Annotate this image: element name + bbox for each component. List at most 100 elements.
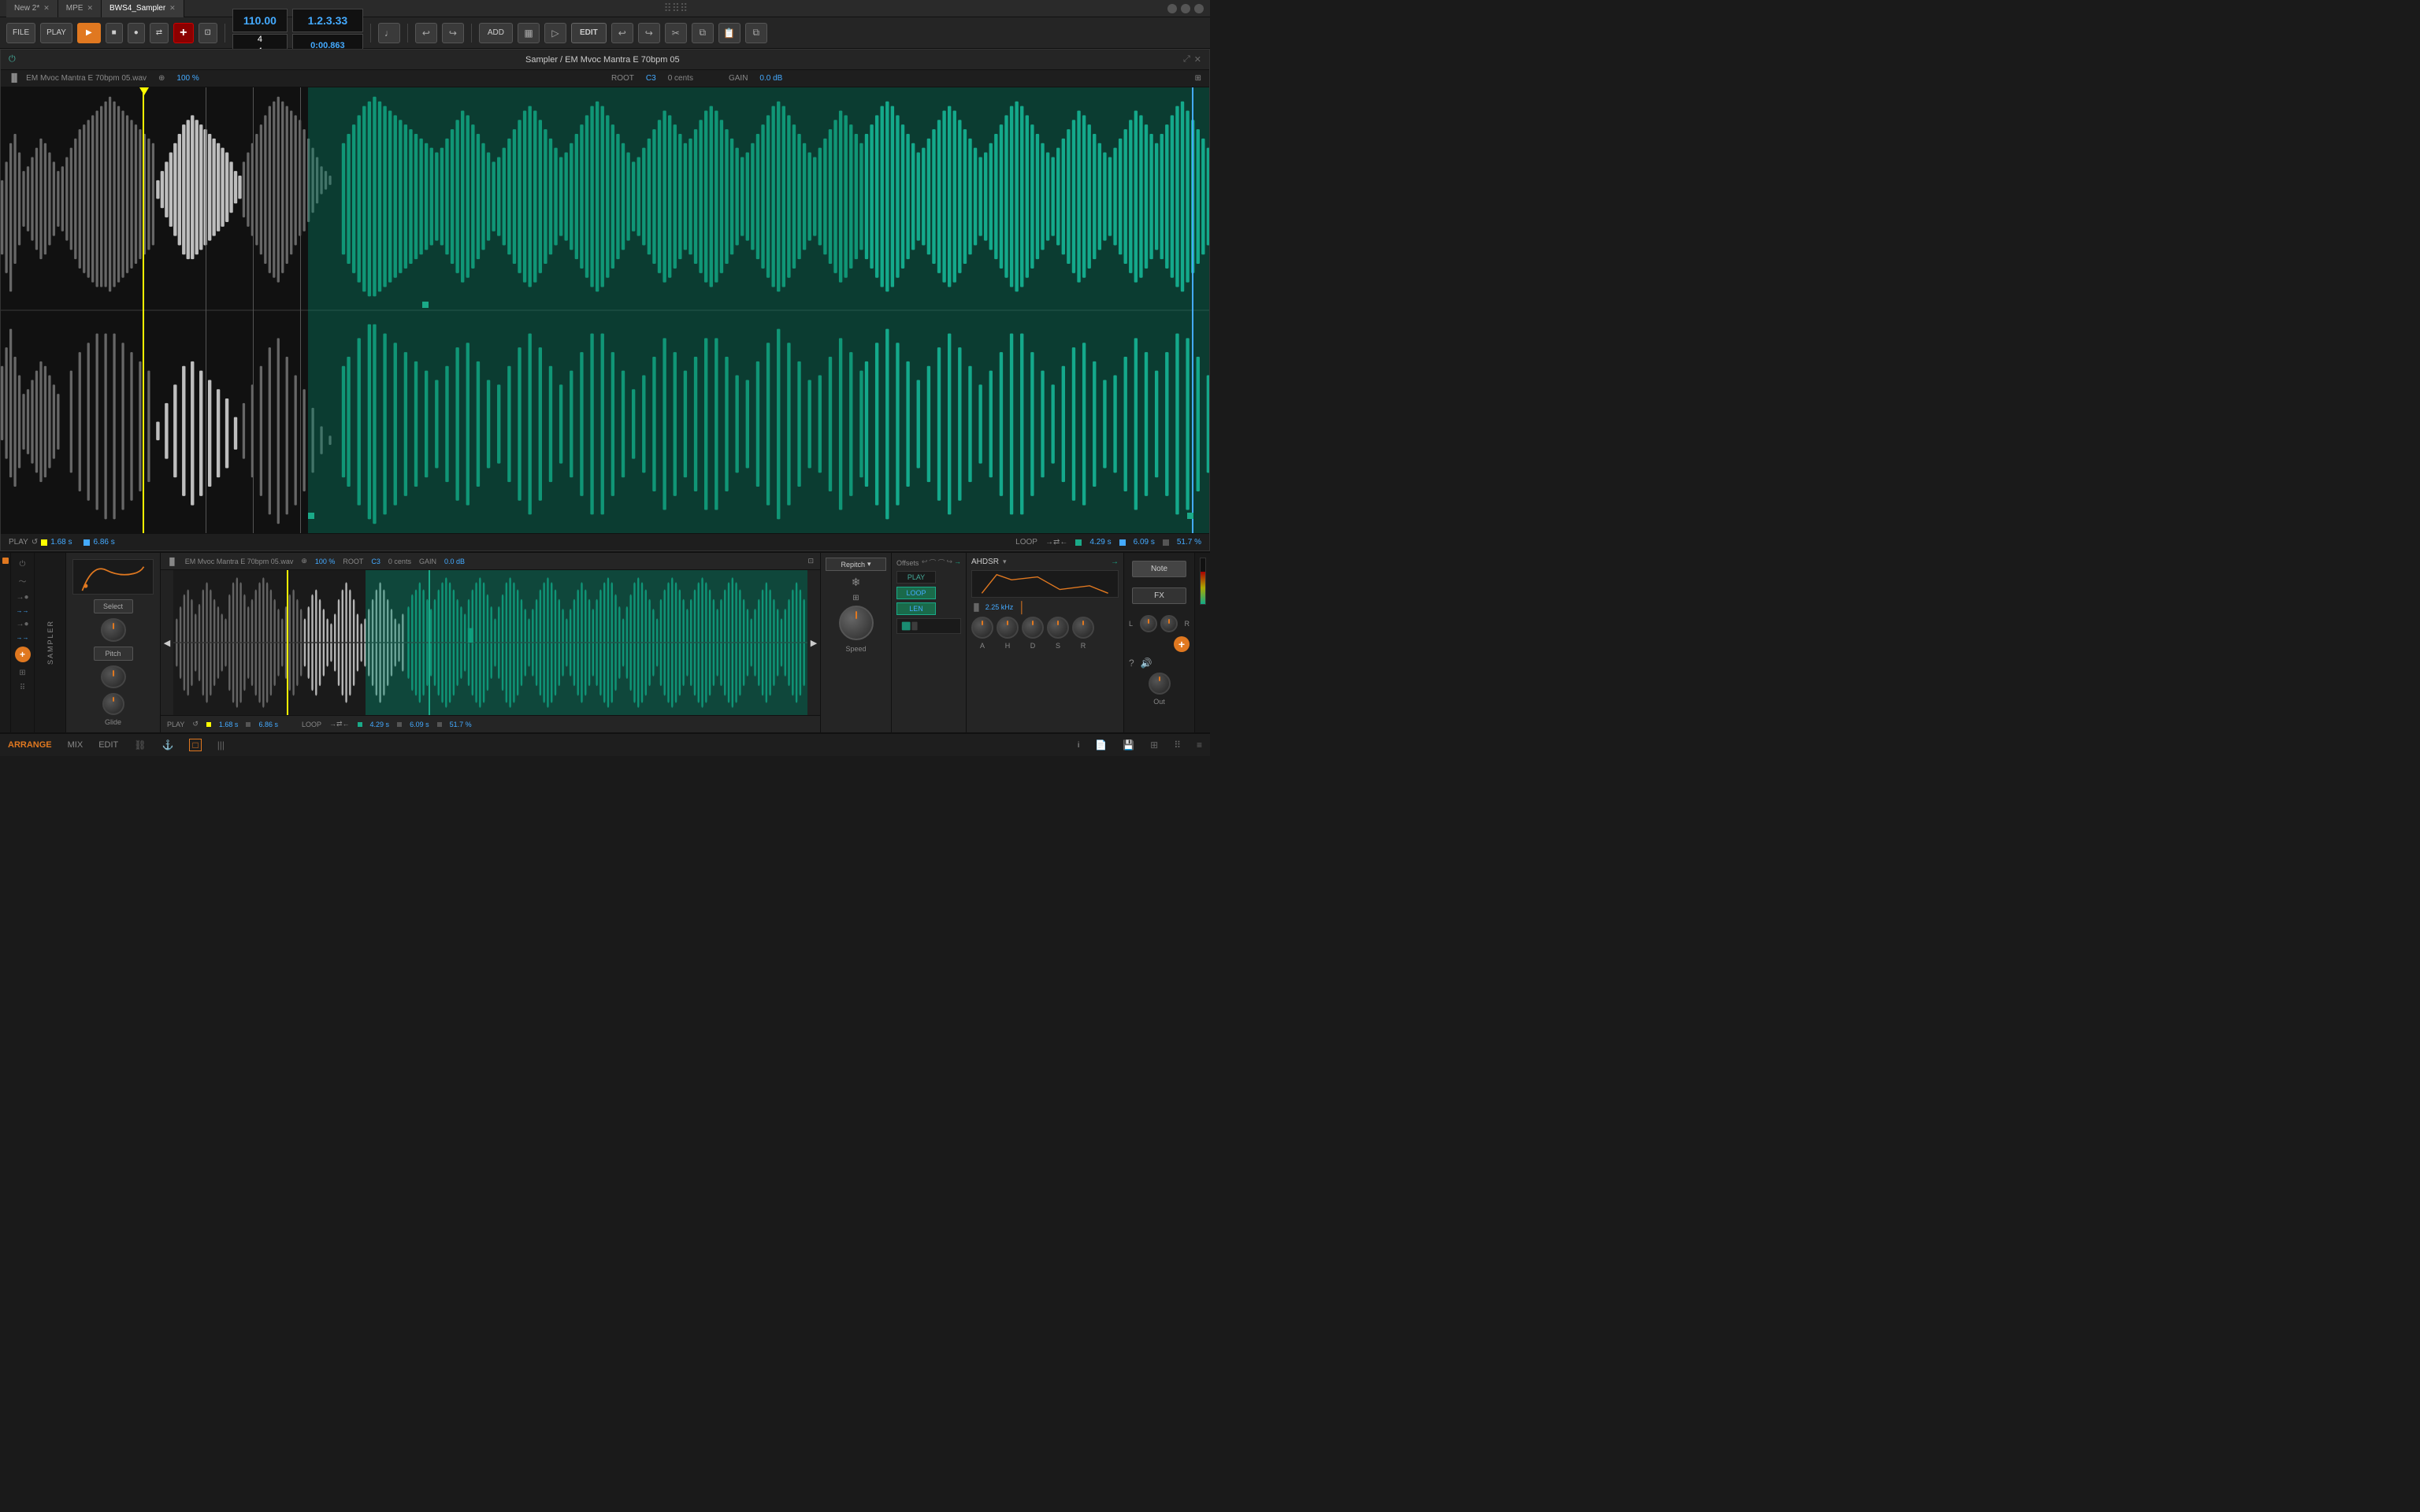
copy-button[interactable]: ⧉ [692,23,714,43]
position-display[interactable]: 1.2.3.33 [292,9,363,32]
wave-sidebar-icon[interactable]: 〜 [19,575,27,587]
tab-new2[interactable]: New 2* ✕ [6,0,58,17]
speaker-icon[interactable]: 🔊 [1141,658,1152,669]
loop-start-marker[interactable] [308,513,314,519]
redo-offset-icon[interactable]: ↪ [946,558,952,568]
l-knob[interactable] [1140,615,1157,632]
r-knob[interactable] [1072,617,1094,639]
add-button[interactable]: + [1174,636,1190,652]
undo-offset-icon[interactable]: ↩ [922,558,928,568]
loop-marker-mid[interactable] [422,302,429,308]
loop-pct-value[interactable]: 51.7 % [1177,538,1201,547]
bottom-file-icon[interactable]: 📄 [1095,739,1107,750]
freq-value[interactable]: 2.25 kHz [985,603,1014,611]
loop-start-value[interactable]: 4.29 s [1089,538,1111,547]
fx-button[interactable]: FX [1132,587,1186,604]
select-mode-button[interactable]: Select [94,599,133,613]
play-cursor-button[interactable]: ▷ [544,23,566,43]
anchor-icon[interactable]: ⚓ [161,739,173,750]
d-knob[interactable] [1022,617,1044,639]
edit-tab[interactable]: EDIT [98,740,118,750]
bottom-save-icon[interactable]: 💾 [1123,739,1134,750]
pitch-knob[interactable] [101,665,126,688]
gain-value[interactable]: 0.0 dB [759,74,782,83]
dots-sidebar-icon[interactable]: ⠿ [20,684,25,692]
play-label-btn[interactable]: PLAY [40,23,72,43]
power-sidebar-icon[interactable]: ⏻ [20,560,26,569]
paste-special-button[interactable]: ⧉ [745,23,767,43]
mini-loop-end-val[interactable]: 6.09 s [410,721,429,728]
loop-play-button[interactable]: PLAY [896,571,936,584]
s-knob[interactable] [1047,617,1069,639]
close-icon[interactable]: ✕ [1194,54,1201,65]
record-button[interactable]: ● [128,23,145,43]
power-icon[interactable]: ⏻ [9,54,16,65]
out-knob[interactable] [1149,673,1171,695]
stop-button[interactable]: ■ [106,23,123,43]
glide-knob[interactable] [102,693,124,715]
bottom-lines-icon[interactable]: ≡ [1197,739,1202,750]
bottom-dots-icon[interactable]: ⠿ [1174,739,1181,750]
bars-icon[interactable]: ||| [217,739,225,750]
wf-scroll-right[interactable]: ▶ [807,570,820,715]
speed-knob[interactable] [839,606,874,640]
orange-box-icon[interactable]: □ [189,739,201,751]
metronome-button[interactable]: ♩ [378,23,400,43]
loop-end-marker[interactable] [1187,513,1193,519]
expand-icon[interactable]: ⤢ [1183,54,1190,65]
grid-sidebar-icon[interactable]: ⊞ [19,669,25,677]
mini-cents[interactable]: 0 cents [388,558,411,565]
undo-button[interactable]: ↩ [415,23,437,43]
midi-button[interactable]: ⊡ [199,23,217,43]
a-knob[interactable] [971,617,993,639]
minimize-button[interactable] [1167,4,1177,13]
undo2-button[interactable]: ↩ [611,23,633,43]
redo2-button[interactable]: ↪ [638,23,660,43]
close-button[interactable] [1194,4,1204,13]
select-knob[interactable] [101,618,126,641]
mini-wf-body[interactable]: ◀ ▶ [161,570,820,715]
grid-speed-icon[interactable]: ⊞ [852,594,859,602]
loop-button[interactable]: ⇄ [150,23,169,43]
tab-close-mpe[interactable]: ✕ [87,4,93,13]
bottom-grid-icon[interactable]: ⊞ [1150,739,1158,750]
file-button[interactable]: FILE [6,23,35,43]
tab-mpe[interactable]: MPE ✕ [58,0,102,17]
add-track-button[interactable]: + [173,23,193,43]
loop-len-button[interactable]: LEN [896,602,936,615]
end-time-value[interactable]: 6.86 s [93,538,114,547]
play-button[interactable]: ▶ [77,23,101,43]
waveform-area[interactable] [1,87,1209,533]
wf-scroll-left[interactable]: ◀ [161,570,173,715]
arrange-tab[interactable]: ARRANGE [8,740,52,750]
ahdsr-chevron-icon[interactable]: ▾ [1003,558,1007,566]
maximize-button[interactable] [1181,4,1190,13]
mix-tab[interactable]: MIX [68,740,84,750]
link-icon[interactable]: ⛓ [134,739,146,750]
repitch-dropdown[interactable]: Repitch ▾ [826,558,886,571]
tab-close-bws4[interactable]: ✕ [169,4,176,13]
add-button[interactable]: ADD [479,23,513,43]
mini-loop-start-val[interactable]: 4.29 s [370,721,390,728]
paste-button[interactable]: 📋 [718,23,740,43]
question-icon[interactable]: ? [1129,658,1134,669]
cut-button[interactable]: ✂ [665,23,687,43]
start-time-value[interactable]: 1.68 s [50,538,72,547]
tab-bws4[interactable]: BWS4_Sampler ✕ [102,0,184,17]
pitch-mode-button[interactable]: Pitch [94,647,133,661]
cents-value[interactable]: 0 cents [668,74,693,83]
grid-icon[interactable]: ⊞ [1195,74,1201,83]
mini-end-val[interactable]: 6.86 s [258,721,278,728]
zoom-level[interactable]: 100 % [176,74,199,83]
edit-button[interactable]: EDIT [571,23,607,43]
tab-close-new2[interactable]: ✕ [43,4,50,13]
note-button[interactable]: Note [1132,561,1186,577]
mini-gain-val[interactable]: 0.0 dB [444,558,465,565]
loop-end-value[interactable]: 6.09 s [1134,538,1155,547]
h-knob[interactable] [997,617,1019,639]
mini-root-note[interactable]: C3 [371,558,380,565]
freeze-icon[interactable]: ❄ [852,576,861,589]
mini-loop-pct-val[interactable]: 51.7 % [450,721,472,728]
mini-zoom[interactable]: 100 % [315,558,336,565]
root-note[interactable]: C3 [646,74,656,83]
